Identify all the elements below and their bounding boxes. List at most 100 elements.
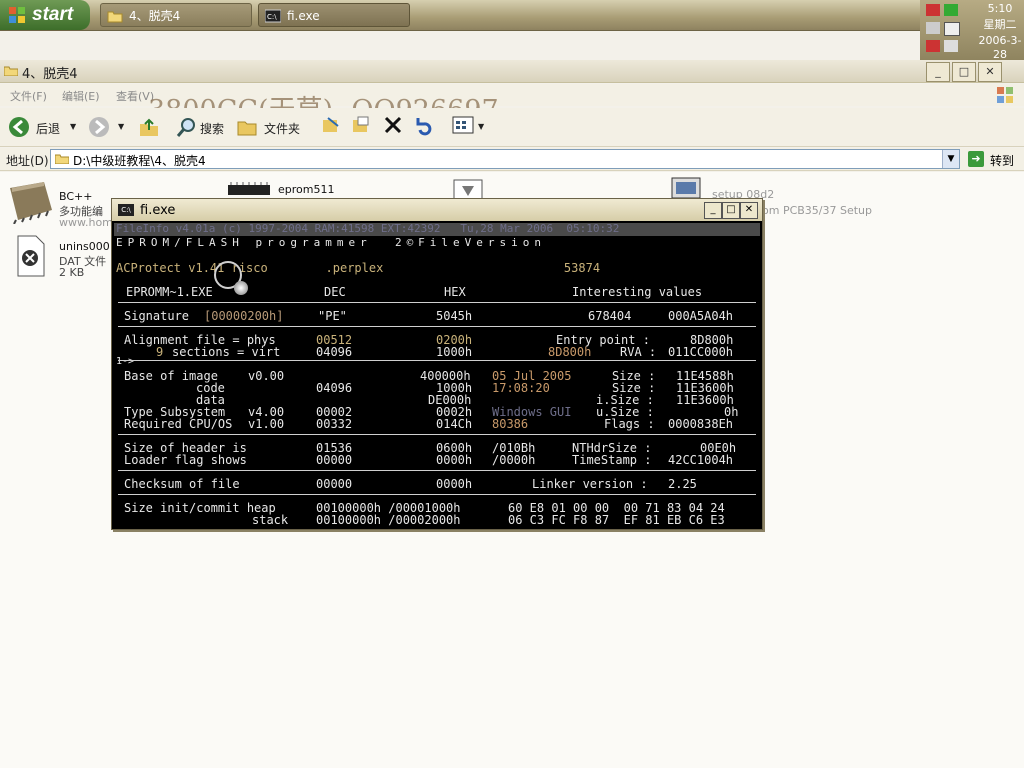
copy-to-button[interactable] [350,114,374,140]
linker-label: Linker version : [532,477,648,491]
marker: 1-> [116,356,135,367]
console-icon: C:\ [118,204,134,216]
sections-label: sections = virt [172,345,281,359]
console-minimize-button[interactable]: _ [704,202,722,219]
file-size: 2 KB [59,266,85,279]
col-interesting: Interesting values [572,285,703,299]
console-protector-line: ACProtect v1.41 risco .perplex 53874 [116,261,601,275]
back-arrow-icon [9,117,29,137]
cpu-hex: 014Ch [436,417,473,431]
taskbar: start 4、脱壳4 C:\ fi.exe 5:10 星期二 2006-3-2… [0,0,1024,61]
undo-icon [416,118,432,136]
close-button[interactable]: ✕ [978,62,1002,82]
clock-time: 5:10 [987,2,1013,15]
address-label: 地址(D) [6,154,49,168]
sections-hex: 1000h [436,345,473,359]
stack-bytes: 06 C3 FC F8 87 EF 81 EB C6 E3 [508,513,725,527]
minimize-button[interactable]: _ [926,62,950,82]
address-bar: 地址(D) D:\中级班教程\4、脱壳4 ▼ ➜ 转到 [0,148,1024,171]
maximize-button[interactable]: □ [952,62,976,82]
search-icon [176,118,195,137]
file-desc: om PCB35/37 Setup [762,204,873,217]
signature-val2: 000A5A04h [668,309,734,323]
checksum-label: Checksum of file [124,477,240,491]
copy-icon [353,116,369,132]
chip-icon [10,182,52,224]
col-hex: HEX [444,285,466,299]
address-input[interactable]: D:\中级班教程\4、脱壳4 ▼ [50,149,960,169]
signature-hex: 5045h [436,309,473,323]
checksum-dec: 00000 [316,477,353,491]
file-item-unins000[interactable]: unins000 DAT 文件 2 KB [14,234,124,280]
go-button[interactable]: ➜ 转到 [966,149,1022,169]
task-button-fi[interactable]: C:\ fi.exe [258,3,410,27]
move-to-button[interactable] [320,114,344,140]
console-maximize-button[interactable]: □ [722,202,740,219]
stack-values: 00100000h /00002000h [316,513,461,527]
delete-icon [384,116,402,134]
code-dec: 04096 [316,381,353,395]
menu-edit[interactable]: 编辑(E) [62,88,100,104]
base-ver: v0.00 [248,369,285,383]
ime-icon[interactable] [944,22,960,36]
divider [118,434,756,435]
go-arrow-icon: ➜ [968,151,984,167]
back-label: 后退 [36,122,61,136]
undo-button[interactable] [412,114,436,140]
clock-date: 2006-3-28 [978,34,1022,61]
file-name: unins000 [59,240,110,253]
start-label: start [32,4,74,25]
delete-button[interactable] [382,114,406,140]
file-name: eprom511 [278,183,335,196]
linker-value: 2.25 [668,477,697,491]
start-button[interactable]: start [0,0,90,30]
divider [118,494,756,495]
go-label: 转到 [990,154,1015,168]
col-dec: DEC [324,285,346,299]
menu-file[interactable]: 文件(F) [10,88,47,104]
clock[interactable]: 5:10 星期二 2006-3-28 [978,2,1022,61]
console-icon: C:\ [265,9,281,23]
tray-app-icon[interactable] [944,40,958,52]
toolbar: 后退 ▼ ▼ 搜索 文件夹 ▼ [0,108,1024,147]
signature-val1: 678404 [588,309,632,323]
file-item-bcpp[interactable]: BC++ 多功能编 www.home [6,180,120,230]
divider [118,326,756,327]
signature-offset: [00000200h] [204,309,284,323]
folder-icon [55,154,69,164]
sections-mid: 8D800h [548,345,592,359]
system-tray: 5:10 星期二 2006-3-28 [920,0,1024,61]
up-button[interactable] [138,114,162,140]
search-button[interactable]: 搜索 [176,114,232,140]
address-value: D:\中级班教程\4、脱壳4 [73,154,206,168]
flags-value: 0000838Eh [668,417,734,431]
timestamp-label: TimeStamp : [572,453,652,467]
task-button-explorer[interactable]: 4、脱壳4 [100,3,252,27]
network-icon[interactable] [944,4,958,16]
windows-flag-icon [997,87,1013,103]
sections-dec: 04096 [316,345,353,359]
cpu-label: Required CPU/OS [124,417,233,431]
mouse-cursor-icon [234,281,248,295]
task-label-explorer: 4、脱壳4 [129,9,181,23]
folder-icon [107,11,123,23]
console-close-button[interactable]: ✕ [740,202,758,219]
console-banner: EPROM/FLASH programmer 2©FileVersion [116,236,547,249]
back-button[interactable]: 后退 ▼ [8,114,80,140]
col-file: EPROMM~1.EXE [126,285,213,299]
task-label-fi: fi.exe [287,9,320,23]
console-window[interactable]: C:\ fi.exe _ □ ✕ FileInfo v4.01a (c) 199… [111,198,763,530]
security-icon[interactable] [926,40,940,52]
loader-hex: 0000h [436,453,473,467]
speaker-icon[interactable] [926,4,940,16]
chevron-down-icon[interactable]: ▼ [942,150,959,168]
file-name: BC++ [59,190,93,203]
views-button[interactable]: ▼ [452,114,488,140]
forward-button[interactable]: ▼ [88,114,128,140]
console-titlebar[interactable]: C:\ fi.exe _ □ ✕ [112,199,762,221]
folders-button[interactable]: 文件夹 [236,114,304,140]
signature-label: Signature [124,309,190,323]
move-icon [323,117,339,132]
divider [118,470,756,471]
chat-icon[interactable] [926,22,940,34]
